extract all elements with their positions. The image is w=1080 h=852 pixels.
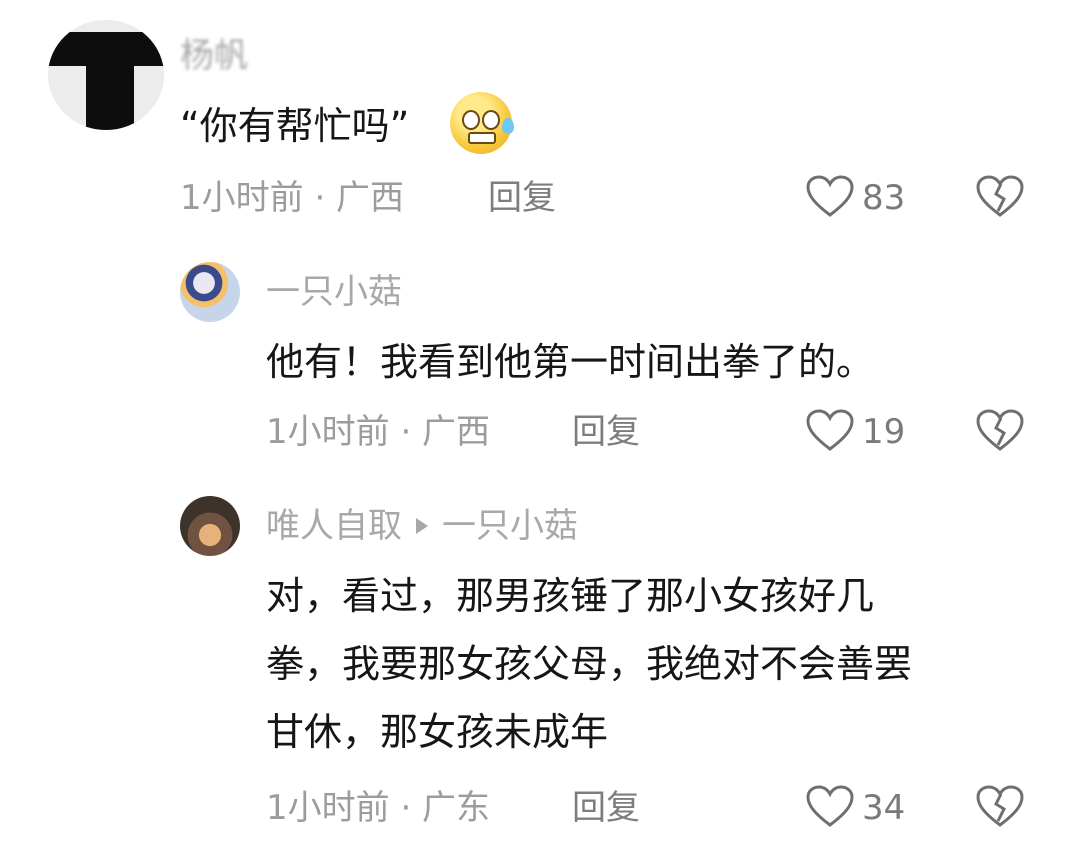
reply-button[interactable]: 回复: [572, 788, 640, 828]
like-button[interactable]: [806, 785, 854, 833]
reply-button[interactable]: 回复: [572, 412, 640, 452]
avatar[interactable]: [180, 262, 240, 322]
comment-meta: 1小时前 · 广东: [266, 788, 491, 828]
dislike-button[interactable]: [976, 409, 1024, 457]
comment-text: 对，看过，那男孩锤了那小女孩好几 拳，我要那女孩父母，我绝对不会善罢 甘休，那女…: [266, 562, 912, 766]
reply-button[interactable]: 回复: [488, 178, 556, 218]
like-count: 83: [862, 178, 906, 218]
avatar[interactable]: [48, 20, 164, 130]
heart-outline-icon: [806, 785, 854, 827]
broken-heart-icon: [976, 409, 1024, 451]
comment-username[interactable]: 一只小菇: [266, 272, 402, 312]
dislike-button[interactable]: [976, 785, 1024, 833]
comment-meta: 1小时前 · 广西: [180, 178, 405, 218]
like-count: 19: [862, 412, 906, 452]
play-arrow-icon: [416, 517, 428, 534]
comment-text-line: 对，看过，那男孩锤了那小女孩好几: [266, 574, 875, 618]
like-count: 34: [862, 788, 906, 828]
broken-heart-icon: [976, 175, 1024, 217]
avatar[interactable]: [180, 496, 240, 556]
like-button[interactable]: [806, 409, 854, 457]
comment-text-line: 甘休，那女孩未成年: [266, 710, 609, 754]
like-button[interactable]: [806, 175, 854, 223]
heart-outline-icon: [806, 175, 854, 217]
heart-outline-icon: [806, 409, 854, 451]
broken-heart-icon: [976, 785, 1024, 827]
comment-text: 他有！我看到他第一时间出拳了的。: [266, 340, 875, 384]
reply-username-row: 唯人自取 一只小菇: [266, 506, 578, 546]
comment-meta: 1小时前 · 广西: [266, 412, 491, 452]
anxious-sweat-emoji-icon: [450, 92, 514, 154]
comment-username[interactable]: 唯人自取: [266, 506, 402, 546]
comment-text-line: 拳，我要那女孩父母，我绝对不会善罢: [266, 642, 913, 686]
reply-to-username[interactable]: 一只小菇: [442, 506, 578, 546]
comment-text: “你有帮忙吗”: [180, 104, 410, 148]
dislike-button[interactable]: [976, 175, 1024, 223]
comment-username[interactable]: 杨帆: [180, 36, 248, 76]
